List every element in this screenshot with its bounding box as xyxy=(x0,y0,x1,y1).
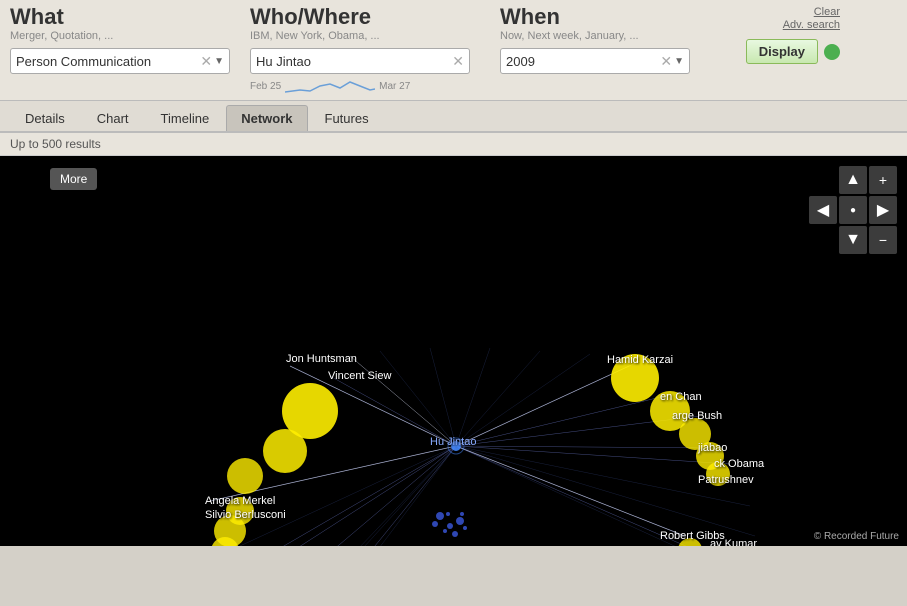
when-title: When xyxy=(500,6,700,28)
more-button[interactable]: More xyxy=(50,168,97,190)
whowhere-section: Who/Where IBM, New York, Obama, ... ✕ Fe… xyxy=(250,6,500,96)
results-count: Up to 500 results xyxy=(0,133,907,156)
whowhere-hint: IBM, New York, Obama, ... xyxy=(250,30,490,42)
what-search-box[interactable]: ✕ ▼ xyxy=(10,48,230,74)
whowhere-search-row: ✕ xyxy=(250,48,490,74)
what-dropdown-icon[interactable]: ▼ xyxy=(214,56,224,67)
whowhere-search-box[interactable]: ✕ xyxy=(250,48,470,74)
sparkline-from: Feb 25 xyxy=(250,81,281,92)
when-dropdown-icon[interactable]: ▼ xyxy=(674,56,684,67)
tab-chart[interactable]: Chart xyxy=(82,105,144,131)
when-search-row: ✕ ▼ xyxy=(500,48,700,74)
tab-timeline[interactable]: Timeline xyxy=(146,105,225,131)
nav-down-button[interactable]: ▼ xyxy=(839,226,867,254)
sparkline-chart xyxy=(285,76,375,96)
whowhere-title: Who/Where xyxy=(250,6,490,28)
nav-center-button[interactable]: ● xyxy=(839,196,867,224)
sparkline-to: Mar 27 xyxy=(379,81,410,92)
display-button[interactable]: Display xyxy=(746,39,818,64)
display-row: Display xyxy=(710,39,840,64)
header: What Merger, Quotation, ... ✕ ▼ Who/Wher… xyxy=(0,0,907,101)
adv-search-link[interactable]: Adv. search xyxy=(710,19,840,31)
tab-details[interactable]: Details xyxy=(10,105,80,131)
tab-futures[interactable]: Futures xyxy=(310,105,384,131)
status-indicator xyxy=(824,44,840,60)
clear-link[interactable]: Clear xyxy=(710,6,840,18)
network-container: More Jon Huntsman Vincent Siew Hamid Kar… xyxy=(0,156,907,546)
actions-section: Clear Adv. search Display xyxy=(710,6,850,64)
sparkline-row: Feb 25 Mar 27 xyxy=(250,76,490,96)
when-input[interactable] xyxy=(506,54,660,69)
what-search-row: ✕ ▼ xyxy=(10,48,240,74)
what-section: What Merger, Quotation, ... ✕ ▼ xyxy=(10,6,250,74)
nav-up-button[interactable]: ▲ xyxy=(839,166,867,194)
tab-network[interactable]: Network xyxy=(226,105,307,131)
nav-controls: ▲ + ◀ ● ▶ ▼ − xyxy=(809,166,897,254)
copyright: © Recorded Future xyxy=(814,531,899,542)
network-svg xyxy=(0,156,907,546)
when-search-box[interactable]: ✕ ▼ xyxy=(500,48,690,74)
zoom-in-button[interactable]: + xyxy=(869,166,897,194)
what-title: What xyxy=(10,6,240,28)
when-hint: Now, Next week, January, ... xyxy=(500,30,700,42)
whowhere-clear-icon[interactable]: ✕ xyxy=(452,53,464,70)
whowhere-input[interactable] xyxy=(256,54,450,69)
what-input[interactable] xyxy=(16,54,198,69)
when-section: When Now, Next week, January, ... ✕ ▼ xyxy=(500,6,710,74)
nav-right-button[interactable]: ▶ xyxy=(869,196,897,224)
zoom-out-button[interactable]: − xyxy=(869,226,897,254)
what-hint: Merger, Quotation, ... xyxy=(10,30,240,42)
tabs-bar: Details Chart Timeline Network Futures xyxy=(0,101,907,133)
when-clear-icon[interactable]: ✕ xyxy=(660,53,672,70)
what-clear-icon[interactable]: ✕ xyxy=(200,53,212,70)
nav-left-button[interactable]: ◀ xyxy=(809,196,837,224)
